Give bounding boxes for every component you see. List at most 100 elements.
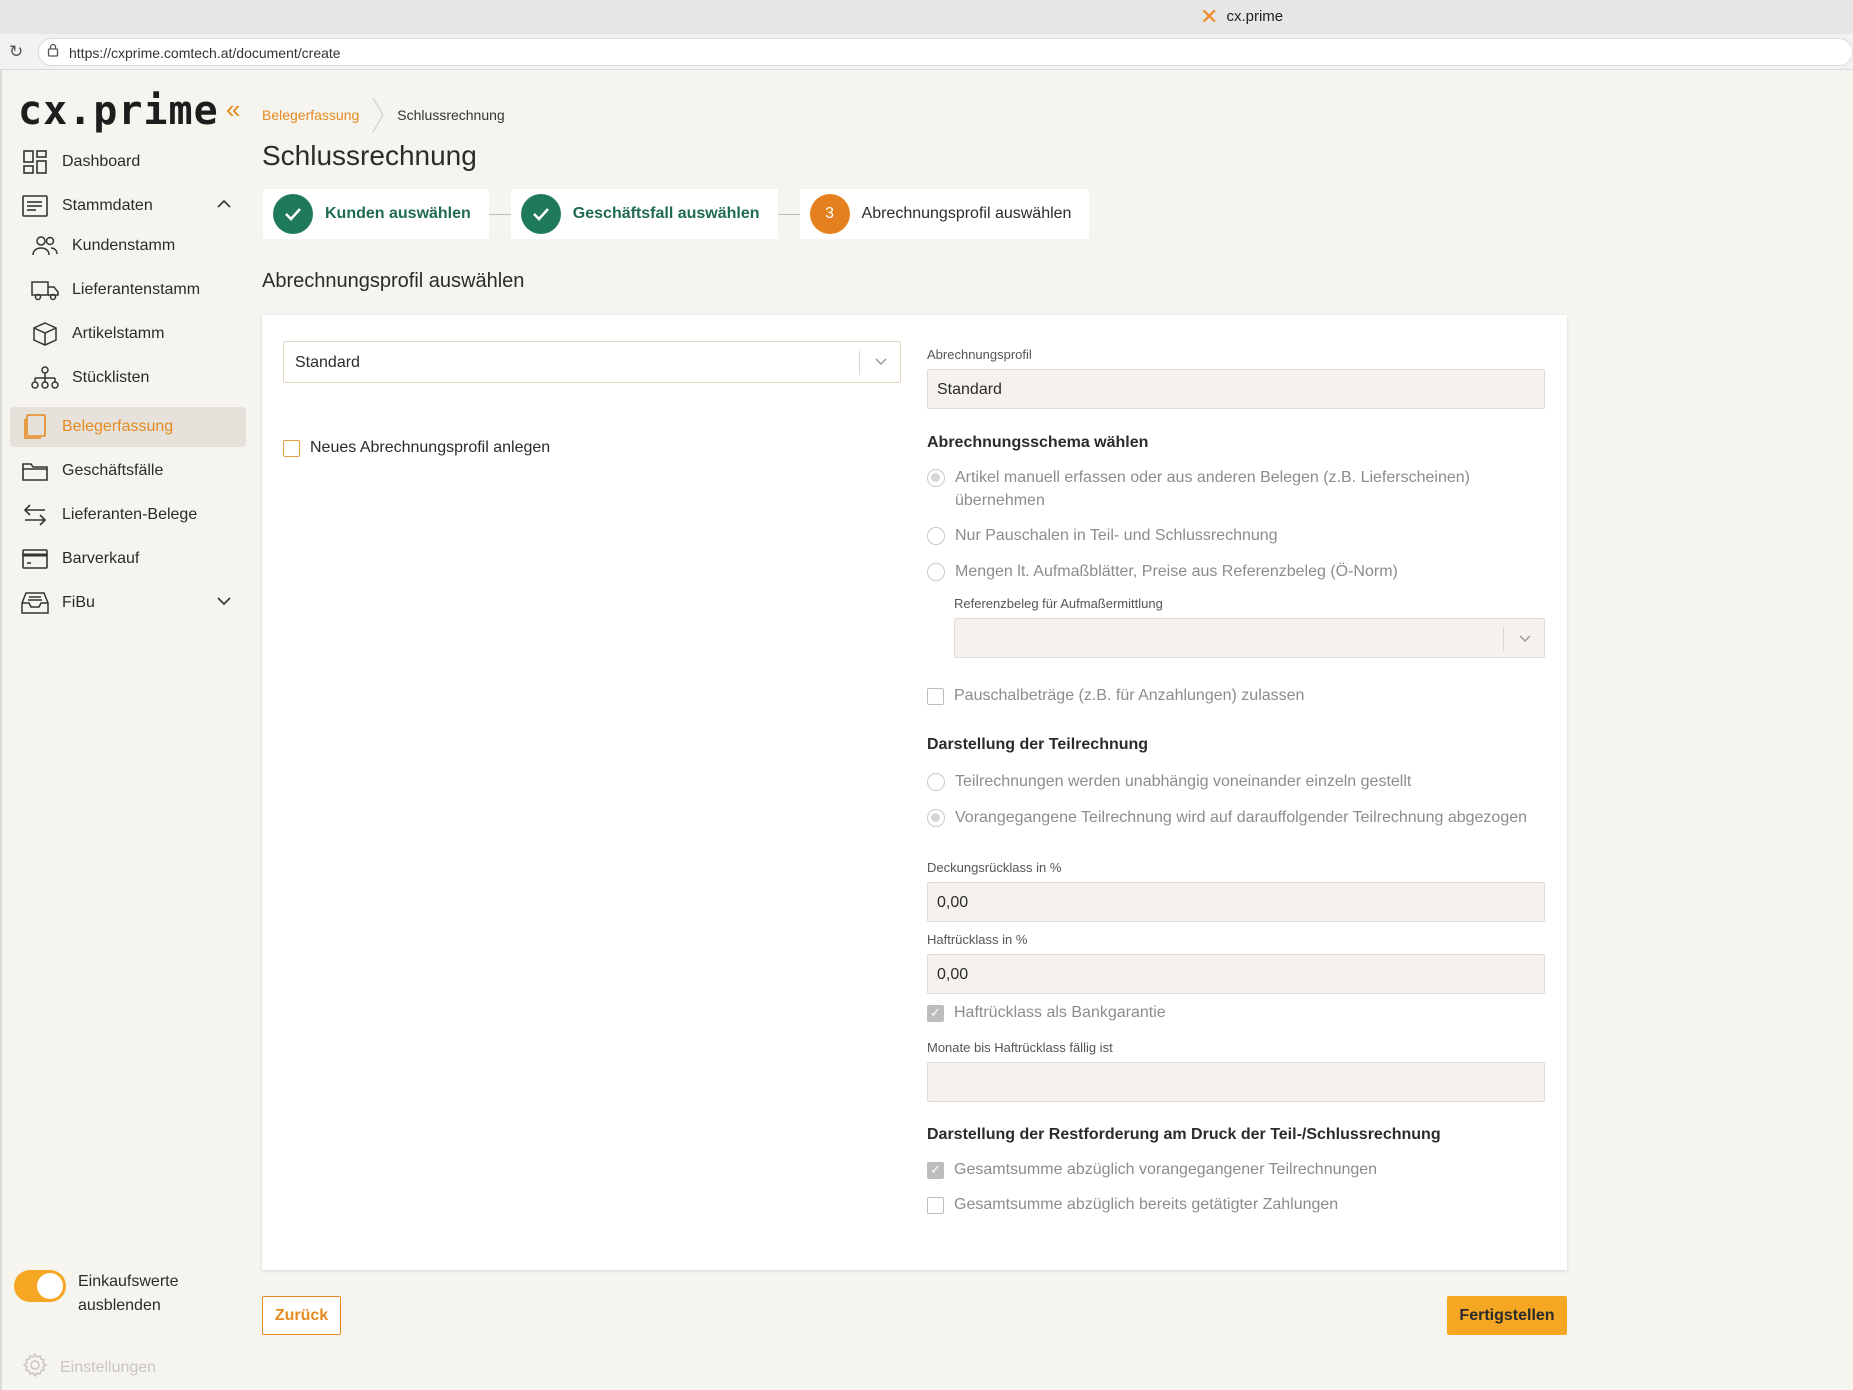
hierarchy-icon — [30, 366, 60, 390]
sidebar-item-stammdaten[interactable]: Stammdaten — [10, 186, 246, 226]
partial-radio-independent[interactable] — [927, 773, 945, 791]
remaining-checkbox-partials[interactable]: ✓ — [927, 1161, 944, 1179]
collapse-sidebar-icon[interactable]: « — [226, 94, 240, 125]
step-connector — [488, 213, 511, 215]
cx-logo-icon: ✕ — [1200, 3, 1219, 29]
remaining-label: Gesamtsumme abzüglich vorangegangener Te… — [954, 1161, 1378, 1178]
arrows-icon — [20, 502, 50, 528]
sidebar-item-lieferanten-belege[interactable]: Lieferanten-Belege — [10, 495, 246, 535]
sidebar-item-stuecklisten[interactable]: Stücklisten — [10, 358, 246, 398]
browser-titlebar: ✕ cx.prime — [0, 0, 1853, 34]
box-icon — [30, 321, 60, 347]
coverage-label: Deckungsrücklass in % — [927, 860, 1062, 875]
sidebar-item-fibu[interactable]: FiBu — [10, 583, 246, 623]
step-label: Geschäftsfall auswählen — [572, 205, 760, 222]
flat-amounts-row: Pauschalbeträge (z.B. für Anzahlungen) z… — [927, 687, 1304, 705]
sidebar-item-label: Lieferanten-Belege — [62, 506, 198, 523]
schema-radio-measurement[interactable] — [927, 563, 945, 581]
sidebar-item-kundenstamm[interactable]: Kundenstamm — [10, 226, 246, 266]
step-kunden[interactable]: Kunden auswählen — [263, 189, 489, 239]
profile-name-input[interactable]: Standard — [927, 369, 1545, 409]
sidebar-item-label: FiBu — [62, 594, 95, 611]
partial-radio-deducted[interactable] — [927, 809, 945, 827]
sidebar-item-label: Geschäftsfälle — [62, 462, 164, 479]
schema-option-measurement[interactable]: Mengen lt. Aufmaßblätter, Preise aus Ref… — [927, 560, 1527, 583]
url-text: https://cxprime.comtech.at/document/crea… — [69, 45, 341, 61]
coverage-input[interactable]: 0,00 — [927, 882, 1545, 922]
profile-name-value: Standard — [937, 381, 1002, 398]
schema-option-manual[interactable]: Artikel manuell erfassen oder aus andere… — [927, 466, 1527, 512]
remaining-checkbox-payments[interactable] — [927, 1196, 944, 1214]
sidebar-item-belegerfassung[interactable]: Belegerfassung — [10, 407, 246, 447]
sidebar-item-label: Belegerfassung — [62, 418, 174, 435]
schema-option-flat[interactable]: Nur Pauschalen in Teil- und Schlussrechn… — [927, 524, 1527, 547]
sidebar-item-label: Artikelstamm — [72, 325, 165, 342]
chevron-down-icon — [1518, 631, 1532, 650]
profile-form-card: Standard Neues Abrechnungsprofil anlegen… — [262, 315, 1567, 1270]
radio-label: Mengen lt. Aufmaßblätter, Preise aus Ref… — [955, 563, 1398, 580]
months-label: Monate bis Haftrücklass fällig ist — [927, 1040, 1113, 1055]
browser-tab[interactable]: ✕ cx.prime — [1200, 3, 1283, 29]
months-input[interactable] — [927, 1062, 1545, 1102]
remaining-title: Darstellung der Restforderung am Druck d… — [927, 1126, 1441, 1143]
profile-select-value: Standard — [295, 354, 360, 371]
schema-radio-manual[interactable] — [927, 469, 945, 487]
url-field[interactable]: https://cxprime.comtech.at/document/crea… — [38, 38, 1853, 66]
folder-icon — [20, 460, 50, 482]
step-connector — [777, 213, 800, 215]
remaining-option-payments: Gesamtsumme abzüglich bereits getätigter… — [927, 1196, 1338, 1214]
sidebar: cx.prime « Dashboard Stammdaten Kundenst… — [0, 70, 250, 1390]
sidebar-item-label: Dashboard — [62, 153, 141, 170]
partial-title: Darstellung der Teilrechnung — [927, 736, 1149, 753]
chevron-down-icon — [216, 593, 232, 614]
purchase-values-toggle-row: Einkaufswerte ausblenden — [14, 1270, 218, 1318]
radio-label: Vorangegangene Teilrechnung wird auf dar… — [955, 809, 1528, 826]
sidebar-item-lieferantenstamm[interactable]: Lieferantenstamm — [10, 270, 246, 310]
sidebar-item-artikelstamm[interactable]: Artikelstamm — [10, 314, 246, 354]
bank-guarantee-row: ✓ Haftrücklass als Bankgarantie — [927, 1004, 1166, 1022]
sidebar-item-settings[interactable]: Einstellungen — [22, 1352, 156, 1383]
purchase-values-toggle[interactable] — [14, 1270, 66, 1302]
liability-label: Haftrücklass in % — [927, 932, 1028, 947]
settings-label: Einstellungen — [60, 1358, 157, 1376]
select-divider — [1503, 627, 1504, 651]
sidebar-item-dashboard[interactable]: Dashboard — [10, 142, 246, 182]
gear-icon — [22, 1352, 48, 1383]
finish-button[interactable]: Fertigstellen — [1447, 1296, 1567, 1335]
schema-radio-flat[interactable] — [927, 527, 945, 545]
check-icon — [273, 194, 313, 234]
partial-option-deducted[interactable]: Vorangegangene Teilrechnung wird auf dar… — [927, 806, 1527, 829]
toggle-knob — [37, 1273, 63, 1299]
back-button[interactable]: Zurück — [262, 1296, 341, 1335]
users-icon — [30, 235, 60, 257]
chevron-down-icon — [874, 354, 888, 373]
step-geschaeftsfall[interactable]: Geschäftsfall auswählen — [510, 189, 778, 239]
new-profile-row: Neues Abrechnungsprofil anlegen — [283, 439, 550, 457]
lock-icon — [47, 43, 59, 60]
sidebar-item-label: Lieferantenstamm — [72, 281, 201, 298]
list-icon — [20, 195, 50, 217]
reference-select[interactable] — [954, 618, 1545, 658]
step-label: Abrechnungsprofil auswählen — [861, 205, 1072, 222]
document-icon — [20, 414, 50, 440]
flat-amounts-checkbox[interactable] — [927, 687, 944, 705]
liability-input[interactable]: 0,00 — [927, 954, 1545, 994]
partial-option-independent[interactable]: Teilrechnungen werden unabhängig voneina… — [927, 770, 1527, 793]
sidebar-item-geschaeftsfaelle[interactable]: Geschäftsfälle — [10, 451, 246, 491]
flat-amounts-label: Pauschalbeträge (z.B. für Anzahlungen) z… — [954, 687, 1305, 704]
step-abrechnungsprofil[interactable]: 3 Abrechnungsprofil auswählen — [799, 189, 1090, 239]
breadcrumb-link[interactable]: Belegerfassung — [262, 107, 359, 123]
bank-guarantee-checkbox[interactable]: ✓ — [927, 1004, 944, 1022]
sidebar-item-label: Stücklisten — [72, 369, 150, 386]
card-icon — [20, 549, 50, 569]
select-divider — [859, 351, 860, 375]
page-title: Schlussrechnung — [262, 140, 477, 171]
sidebar-item-label: Kundenstamm — [72, 237, 176, 254]
schema-title: Abrechnungsschema wählen — [927, 434, 1149, 451]
sidebar-item-barverkauf[interactable]: Barverkauf — [10, 539, 246, 579]
new-profile-checkbox[interactable] — [283, 439, 300, 457]
profile-select[interactable]: Standard — [283, 341, 901, 383]
app-logo[interactable]: cx.prime — [18, 88, 219, 134]
inbox-icon — [20, 591, 50, 615]
reload-icon[interactable]: ↻ — [9, 42, 23, 62]
